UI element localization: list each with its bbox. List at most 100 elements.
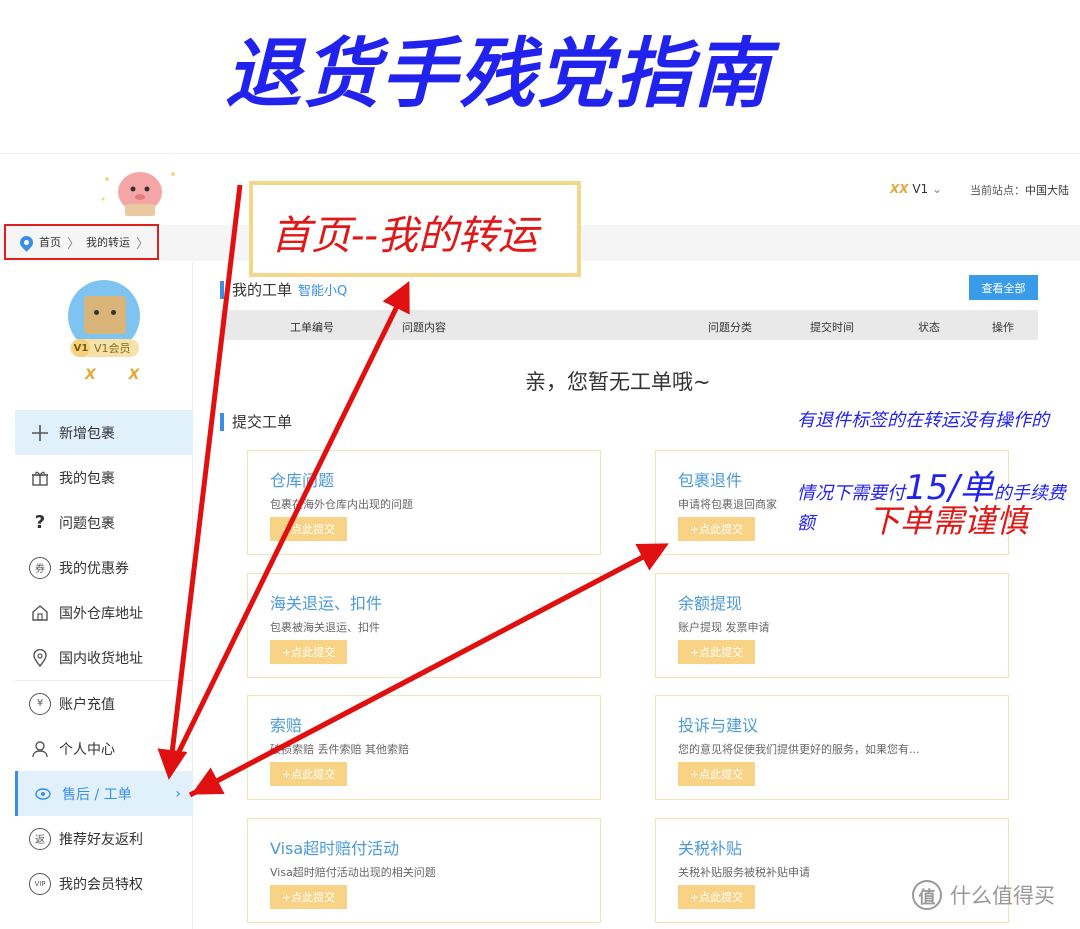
sidebar-item-label: 我的会员特权: [59, 876, 143, 893]
yen-icon: ¥: [29, 692, 51, 715]
card-title: 关税补贴: [678, 839, 743, 858]
user-menu[interactable]: XX V1 ⌄: [890, 182, 942, 196]
station-selector[interactable]: 当前站点：中国大陆: [970, 182, 1069, 198]
column-header: 问题内容: [402, 321, 446, 334]
submit-button[interactable]: +点此提交: [270, 762, 347, 786]
question-icon: ?: [34, 512, 46, 533]
sidebar-item-recharge[interactable]: ¥ 账户充值: [15, 681, 193, 726]
card-desc: 关税补贴服务被税补贴申请: [678, 866, 810, 879]
card-desc: Visa超时赔付活动出现的相关问题: [270, 866, 436, 879]
annotation-callout: 首页--我的转运: [249, 181, 581, 277]
section-marker: [220, 280, 224, 299]
tickets-title: 我的工单: [232, 281, 293, 299]
sidebar-item-add-package[interactable]: 新增包裹: [15, 410, 193, 455]
submit-button[interactable]: +点此提交: [678, 640, 755, 664]
watermark-text: 什么值得买: [950, 884, 1055, 908]
sidebar-item-label: 售后 / 工单: [62, 786, 132, 803]
ticket-card: 余额提现 账户提现 发票申请 +点此提交: [655, 573, 1009, 678]
submit-button[interactable]: +点此提交: [270, 517, 347, 541]
column-header: 问题分类: [708, 321, 752, 334]
submit-button[interactable]: +点此提交: [678, 885, 755, 909]
sidebar-item-warehouse-address[interactable]: 国外仓库地址: [15, 590, 193, 635]
rebate-icon: 返: [29, 827, 51, 850]
card-desc: 申请将包裹退回商家: [678, 498, 777, 511]
headline: 退货手残党指南: [225, 29, 771, 118]
level-badge: V1: [72, 339, 90, 357]
sidebar: V1 V1会员 X X 新增包裹 我的包裹 ? 问题包裹 券 我的优惠券 国外仓…: [15, 262, 193, 929]
user-level: V1: [912, 182, 929, 196]
site-logo[interactable]: [95, 164, 185, 219]
ticket-card: 投诉与建议 您的意见将促使我们提供更好的服务，如果您有... +点此提交: [655, 695, 1009, 800]
main-panel: 我的工单 智能小Q 查看全部 工单编号 问题内容 问题分类 提交时间 状态 操作…: [200, 262, 1080, 929]
column-header: 状态: [918, 321, 940, 334]
sidebar-item-label: 新增包裹: [59, 425, 115, 442]
plus-icon: [29, 422, 51, 444]
empty-state-text: 亲，您暂无工单哦~: [525, 370, 711, 394]
chevron-down-icon: ⌄: [932, 182, 943, 196]
sidebar-item-label: 个人中心: [59, 741, 115, 758]
location-pin-icon: [17, 232, 36, 252]
submit-title: 提交工单: [232, 413, 293, 431]
user-name: XX: [890, 182, 909, 196]
card-desc: 包裹被海关退运、扣件: [270, 621, 380, 634]
annotation-note: 有退件标签的在转运没有操作的: [797, 410, 1049, 431]
section-marker: [220, 412, 224, 431]
sidebar-item-label: 我的包裹: [59, 470, 115, 487]
sidebar-item-vip[interactable]: VIP 我的会员特权: [15, 861, 193, 906]
column-header: 提交时间: [810, 321, 854, 334]
profile-name: X X: [85, 367, 154, 383]
sidebar-item-label: 推荐好友返利: [59, 831, 143, 848]
submit-button[interactable]: +点此提交: [678, 762, 755, 786]
submit-header: 提交工单: [220, 411, 292, 432]
sidebar-item-coupons[interactable]: 券 我的优惠券: [15, 545, 193, 590]
gift-icon: [29, 467, 51, 489]
chevron-right-icon: 〉: [67, 236, 81, 252]
annotation-warning: 下单需谨慎: [868, 502, 1029, 540]
sidebar-menu: 新增包裹 我的包裹 ? 问题包裹 券 我的优惠券 国外仓库地址 国内收货地址 ¥…: [15, 410, 193, 906]
ticket-card: 索赔 破损索赔 丢件索赔 其他索赔 +点此提交: [247, 695, 601, 800]
sidebar-item-domestic-address[interactable]: 国内收货地址: [15, 635, 193, 680]
sidebar-item-after-sales[interactable]: 售后 / 工单 ›: [15, 771, 193, 816]
submit-button[interactable]: +点此提交: [270, 640, 347, 664]
smart-q-link[interactable]: 智能小Q: [298, 280, 347, 299]
sidebar-item-label: 账户充值: [59, 696, 115, 713]
breadcrumb-home[interactable]: 首页: [39, 234, 61, 250]
sidebar-item-my-packages[interactable]: 我的包裹: [15, 455, 193, 500]
view-all-button[interactable]: 查看全部: [969, 275, 1038, 300]
submit-button[interactable]: +点此提交: [678, 517, 755, 541]
member-label: V1会员: [94, 342, 131, 355]
watermark: 值 什么值得买: [912, 880, 1055, 910]
card-title: 投诉与建议: [678, 716, 759, 735]
card-desc: 账户提现 发票申请: [678, 621, 770, 634]
callout-text: 首页--我的转运: [271, 213, 539, 259]
card-title: Visa超时赔付活动: [270, 839, 400, 858]
card-desc: 您的意见将促使我们提供更好的服务，如果您有...: [678, 743, 920, 756]
sidebar-item-label: 国内收货地址: [59, 650, 143, 667]
ticket-card: 仓库问题 包裹在海外仓库内出现的问题 +点此提交: [247, 450, 601, 555]
breadcrumb: 首页 〉 我的转运 〉: [4, 224, 159, 260]
watermark-logo: 值: [912, 880, 942, 910]
breadcrumb-current[interactable]: 我的转运: [86, 234, 130, 250]
card-desc: 破损索赔 丢件索赔 其他索赔: [270, 743, 409, 756]
service-icon: [32, 783, 54, 805]
sidebar-item-referral[interactable]: 返 推荐好友返利: [15, 816, 193, 861]
station-label: 当前站点：: [970, 184, 1025, 197]
column-header: 操作: [992, 321, 1014, 334]
submit-button[interactable]: +点此提交: [270, 885, 347, 909]
coupon-icon: 券: [29, 556, 51, 579]
avatar-face-icon: [84, 296, 126, 334]
warehouse-icon: [29, 602, 51, 624]
location-icon: [29, 647, 51, 669]
sidebar-item-profile[interactable]: 个人中心: [15, 726, 193, 771]
card-title: 余额提现: [678, 594, 743, 613]
member-badge: V1 V1会员: [70, 339, 139, 357]
chevron-right-icon: 〉: [136, 236, 150, 252]
card-title: 海关退运、扣件: [270, 594, 383, 613]
sidebar-item-problem-packages[interactable]: ? 问题包裹: [15, 500, 193, 545]
vip-icon: VIP: [29, 872, 51, 895]
tickets-table-header: 工单编号 问题内容 问题分类 提交时间 状态 操作: [220, 310, 1038, 340]
card-title: 索赔: [270, 716, 303, 735]
card-title: 包裹退件: [678, 471, 743, 490]
station-value: 中国大陆: [1025, 184, 1069, 197]
tickets-header: 我的工单 智能小Q: [220, 279, 347, 300]
